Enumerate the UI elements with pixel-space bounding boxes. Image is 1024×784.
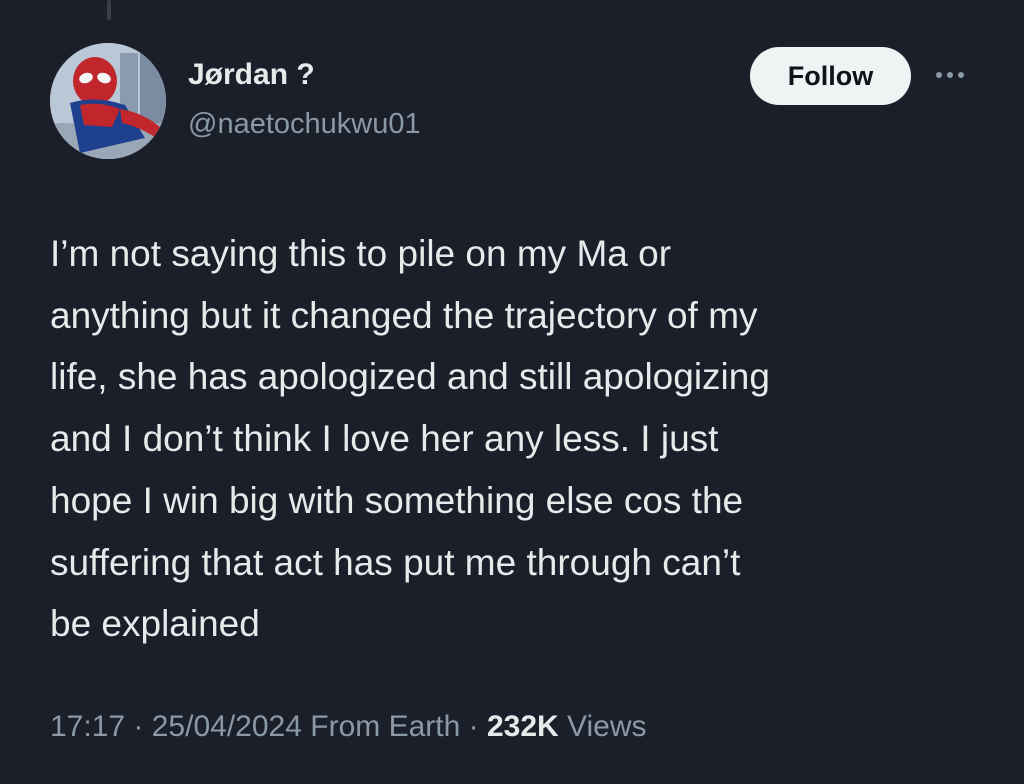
tweet-meta: 17:17 · 25/04/2024 From Earth · 232K Vie… bbox=[50, 710, 647, 744]
author-handle[interactable]: @naetochukwu01 bbox=[188, 108, 421, 141]
follow-button[interactable]: Follow bbox=[750, 47, 911, 105]
more-dot bbox=[936, 72, 942, 78]
author-display-name[interactable]: Jørdan ? bbox=[188, 58, 315, 92]
more-dot bbox=[958, 72, 964, 78]
tweet-text: I’m not saying this to pile on my Ma or … bbox=[50, 233, 770, 645]
more-options-icon[interactable] bbox=[930, 60, 970, 90]
views-label: Views bbox=[567, 710, 647, 743]
meta-separator: · bbox=[460, 710, 487, 743]
tweet-time[interactable]: 17:17 bbox=[50, 710, 125, 743]
more-dot bbox=[947, 72, 953, 78]
avatar[interactable] bbox=[50, 43, 166, 159]
views-count[interactable]: 232K bbox=[487, 710, 559, 743]
tweet-date[interactable]: 25/04/2024 bbox=[152, 710, 302, 743]
tweet-source: From Earth bbox=[310, 710, 461, 743]
spider-man-avatar-icon bbox=[50, 43, 166, 159]
meta-separator: · bbox=[125, 710, 152, 743]
thread-connector-line bbox=[107, 0, 111, 20]
